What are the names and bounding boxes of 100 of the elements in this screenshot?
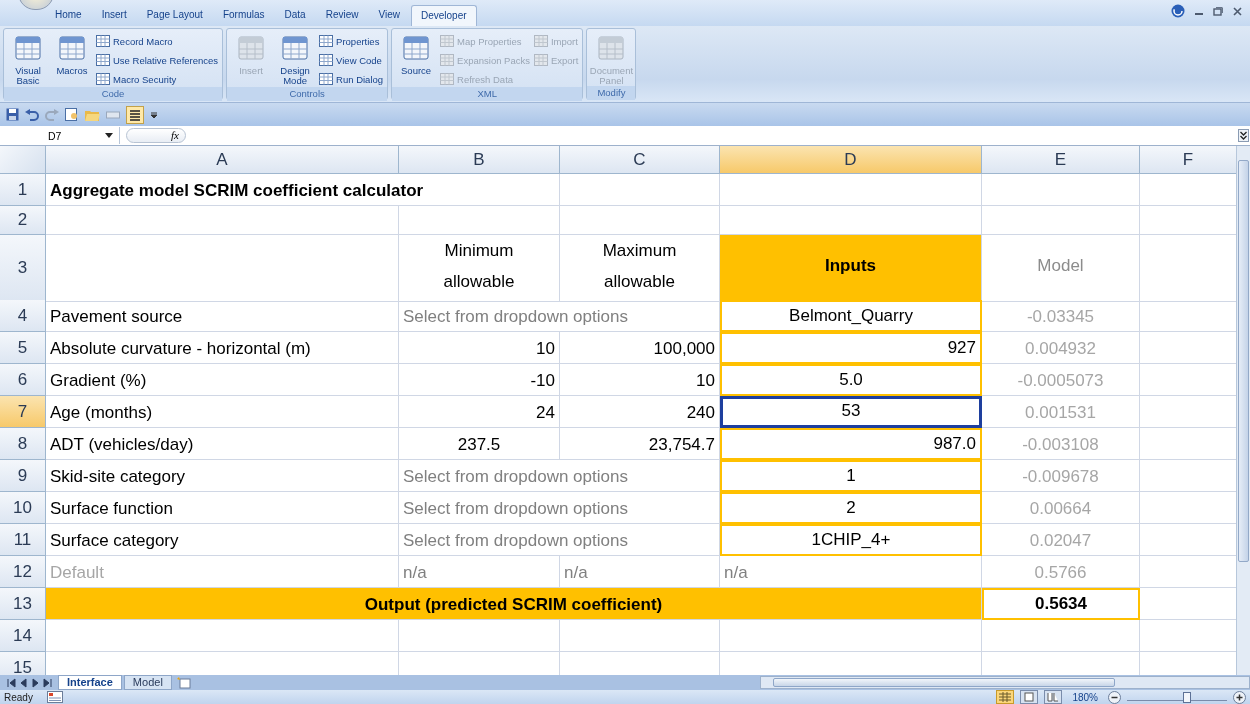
zoom-out-icon[interactable] [1108,690,1121,704]
empty-cell[interactable] [982,206,1140,235]
page-layout-view-icon[interactable] [1020,690,1039,704]
ribbon-tab[interactable]: Review [316,5,368,26]
insert-function-button[interactable]: fx [126,128,186,143]
row-header[interactable]: 5 [0,332,46,364]
table-cell[interactable]: 240 [560,396,720,428]
empty-cell[interactable] [720,174,982,206]
horizontal-scrollbar[interactable] [760,676,1250,689]
ribbon-tab[interactable]: Insert [92,5,136,26]
ribbon-button[interactable]: Macros [52,31,92,87]
table-cell[interactable]: Minimum allowable [399,235,560,302]
empty-cell[interactable] [982,620,1140,652]
save-icon[interactable] [6,108,19,121]
table-cell[interactable]: 23,754.7 [560,428,720,460]
ribbon-tab[interactable]: View [369,5,409,26]
row-header[interactable]: 13 [0,588,46,620]
column-header[interactable]: B [399,146,560,174]
empty-cell[interactable] [982,174,1140,206]
normal-view-icon[interactable] [996,690,1015,704]
row-header[interactable]: 2 [0,206,46,235]
table-cell[interactable]: Age (months) [46,396,399,428]
table-cell[interactable]: 987.0 [720,428,982,460]
empty-cell[interactable] [720,620,982,652]
ribbon-tab[interactable]: Data [275,5,315,26]
column-header[interactable]: A [46,146,399,174]
row-header[interactable]: 12 [0,556,46,588]
table-cell[interactable]: Gradient (%) [46,364,399,396]
print-preview-icon[interactable] [65,108,79,121]
row-header[interactable]: 4 [0,300,46,332]
vertical-scrollbar[interactable] [1236,146,1250,675]
undo-icon[interactable] [25,108,39,121]
row-header[interactable]: 14 [0,620,46,652]
ribbon-button[interactable]: Run Dialog [319,71,384,87]
table-cell[interactable]: 10 [399,332,560,364]
table-cell[interactable]: Surface function [46,492,399,524]
table-cell[interactable]: Inputs [720,235,982,302]
empty-cell[interactable] [560,206,720,235]
table-cell[interactable]: ADT (vehicles/day) [46,428,399,460]
table-cell[interactable]: 2 [720,492,982,524]
align-icon[interactable] [126,105,144,124]
sheet-tab[interactable]: Interface [58,675,122,690]
zoom-in-icon[interactable] [1233,690,1246,704]
table-cell[interactable]: Output (predicted SCRIM coefficient) [46,588,982,620]
empty-cell[interactable] [560,174,720,206]
new-sheet-icon[interactable] [175,676,192,689]
ribbon-button[interactable]: View Code [319,52,384,68]
empty-cell[interactable] [560,620,720,652]
ribbon-tab[interactable]: Formulas [213,5,274,26]
row-header[interactable]: 10 [0,492,46,524]
close-icon[interactable] [1233,6,1242,16]
name-box[interactable]: D7 [0,127,120,144]
ribbon-button[interactable]: Design Mode [275,31,316,87]
page-break-view-icon[interactable] [1044,690,1063,704]
ribbon-tab[interactable]: Developer [411,5,477,26]
table-cell[interactable]: Select from dropdown options [399,524,720,556]
folder-icon[interactable] [85,108,100,121]
column-header[interactable]: C [560,146,720,174]
row-header[interactable]: 9 [0,460,46,492]
table-cell[interactable]: 1CHIP_4+ [720,524,982,556]
sheet-tab[interactable]: Model [123,675,172,690]
table-cell[interactable]: 927 [720,332,982,364]
row-header[interactable]: 11 [0,524,46,556]
row-header[interactable]: 1 [0,174,46,206]
row-header[interactable]: 8 [0,428,46,460]
column-header[interactable]: E [982,146,1140,174]
row-header[interactable]: 7 [0,396,46,428]
row-header[interactable]: 15 [0,652,46,675]
customize-caret-icon[interactable] [150,110,158,119]
macro-record-icon[interactable] [46,691,63,703]
empty-cell[interactable] [399,206,560,235]
table-cell[interactable]: Skid-site category [46,460,399,492]
ribbon-tab[interactable]: Page Layout [137,5,212,26]
table-cell[interactable]: 0.5634 [982,588,1140,620]
redo-icon[interactable] [45,108,59,121]
ribbon-button[interactable]: Use Relative References [96,52,219,68]
column-header[interactable]: D [720,146,982,174]
table-cell[interactable]: Pavement source [46,300,399,332]
ribbon-tab[interactable]: Home [46,5,91,26]
table-cell[interactable]: 1 [720,460,982,492]
ribbon-button[interactable]: Macro Security [96,71,219,87]
zoom-level[interactable]: 180% [1072,691,1098,703]
restore-icon[interactable] [1213,6,1223,16]
table-cell[interactable]: Absolute curvature - horizontal (m) [46,332,399,364]
table-cell[interactable]: -10 [399,364,560,396]
table-cell[interactable]: 53 [720,396,982,428]
ribbon-button[interactable]: Record Macro [96,33,219,49]
table-cell[interactable]: Surface category [46,524,399,556]
table-cell[interactable]: Aggregate model SCRIM coefficient calculator [46,174,560,206]
select-all-corner[interactable] [0,146,46,174]
slider-thumb[interactable] [1183,692,1191,703]
expand-icon[interactable] [1238,129,1249,142]
row-header[interactable]: 6 [0,364,46,396]
ribbon-button[interactable]: Visual Basic [8,31,48,87]
table-cell[interactable]: Select from dropdown options [399,492,720,524]
table-cell[interactable]: Select from dropdown options [399,460,720,492]
empty-cell[interactable] [399,620,560,652]
table-cell[interactable]: 237.5 [399,428,560,460]
column-header[interactable]: F [1140,146,1236,174]
ribbon-button[interactable]: Properties [319,33,384,49]
